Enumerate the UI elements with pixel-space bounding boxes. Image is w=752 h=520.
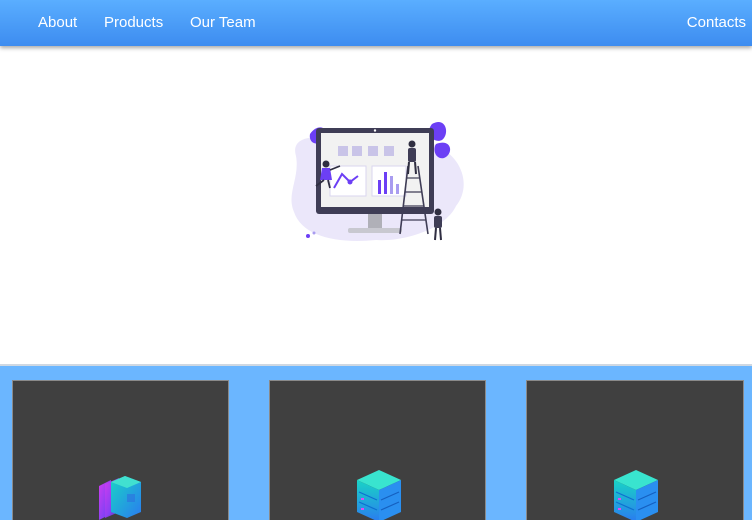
product-card-2[interactable] bbox=[269, 380, 486, 520]
products-section bbox=[0, 364, 752, 520]
nav-link-contacts[interactable]: Contacts bbox=[687, 14, 746, 31]
server-stack-icon bbox=[357, 470, 401, 520]
hero-section bbox=[0, 46, 752, 364]
folders-isometric-icon bbox=[99, 476, 141, 520]
top-navbar: About Products Our Team Contacts bbox=[0, 0, 752, 46]
nav-link-about[interactable]: About bbox=[38, 14, 77, 31]
nav-link-products[interactable]: Products bbox=[104, 14, 163, 31]
nav-link-our-team[interactable]: Our Team bbox=[190, 14, 256, 31]
dashboard-analytics-illustration bbox=[291, 121, 464, 241]
product-card-3[interactable] bbox=[526, 380, 744, 520]
server-stack-icon bbox=[614, 470, 658, 520]
product-card-1[interactable] bbox=[12, 380, 229, 520]
